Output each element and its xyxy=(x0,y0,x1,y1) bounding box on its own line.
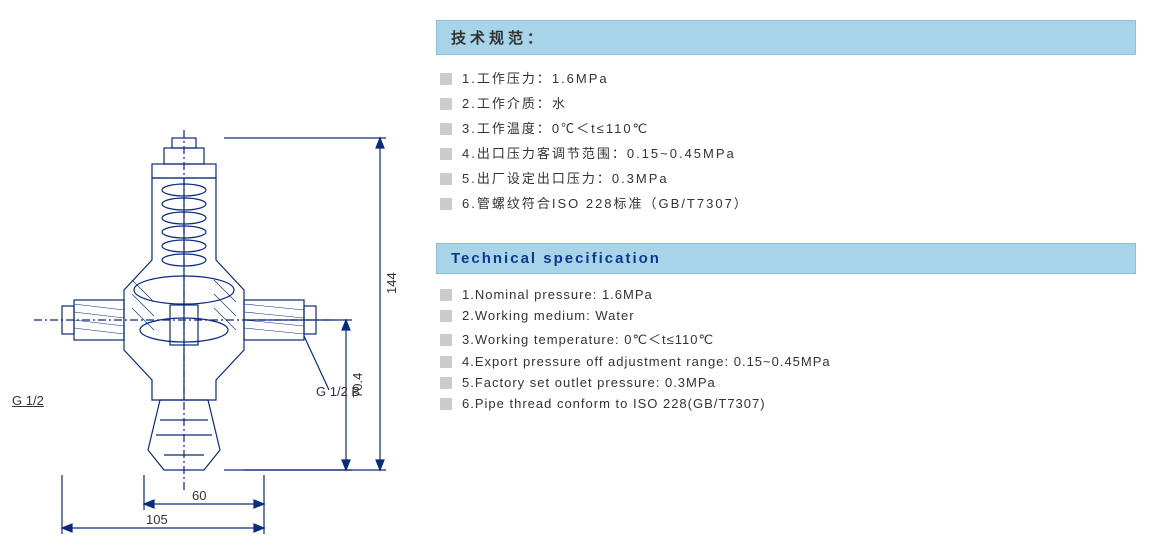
spec-item: 1.Nominal pressure: 1.6MPa xyxy=(436,284,1136,305)
spec-item: 4.Export pressure off adjustment range: … xyxy=(436,351,1136,372)
spec-list-en: 1.Nominal pressure: 1.6MPa 2.Working med… xyxy=(436,284,1136,414)
spec-text: 6.Pipe thread conform to ISO 228(GB/T730… xyxy=(462,396,766,411)
spec-text: 1.工作压力：1.6MPa xyxy=(462,71,609,86)
spec-item: 2.Working medium: Water xyxy=(436,305,1136,326)
bullet-icon xyxy=(440,148,452,160)
spec-text: 5.Factory set outlet pressure: 0.3MPa xyxy=(462,375,716,390)
dim-width-inner: 60 xyxy=(192,488,206,503)
spec-text: 2.Working medium: Water xyxy=(462,308,635,323)
spec-item: 5.Factory set outlet pressure: 0.3MPa xyxy=(436,372,1136,393)
bullet-icon xyxy=(440,123,452,135)
technical-drawing: G 1/2 G 1/2 B 144 70.4 60 105 xyxy=(14,130,410,550)
bullet-icon xyxy=(440,377,452,389)
spec-item: 5.出厂设定出口压力：0.3MPa xyxy=(436,165,1136,190)
spec-text: 2.工作介质：水 xyxy=(462,96,567,111)
spec-item: 3.Working temperature: 0℃＜t≤110℃ xyxy=(436,326,1136,351)
dim-width-total: 105 xyxy=(146,512,168,527)
bullet-icon xyxy=(440,356,452,368)
bullet-icon xyxy=(440,198,452,210)
spec-item: 6.Pipe thread conform to ISO 228(GB/T730… xyxy=(436,393,1136,414)
bullet-icon xyxy=(440,98,452,110)
bullet-icon xyxy=(440,334,452,346)
spec-text: 4.Export pressure off adjustment range: … xyxy=(462,354,831,369)
spec-column: 技术规范： 1.工作压力：1.6MPa 2.工作介质：水 3.工作温度：0℃＜t… xyxy=(436,20,1136,442)
spec-text: 6.管螺纹符合ISO 228标准（GB/T7307） xyxy=(462,196,749,211)
spec-item: 3.工作温度：0℃＜t≤110℃ xyxy=(436,115,1136,140)
bullet-icon xyxy=(440,73,452,85)
bullet-icon xyxy=(440,398,452,410)
spec-text: 1.Nominal pressure: 1.6MPa xyxy=(462,287,653,302)
spec-header-cn: 技术规范： xyxy=(436,20,1136,55)
spec-text: 5.出厂设定出口压力：0.3MPa xyxy=(462,171,669,186)
spec-item: 2.工作介质：水 xyxy=(436,90,1136,115)
spec-text: 3.工作温度：0℃＜t≤110℃ xyxy=(462,121,649,136)
dim-height-lower: 70.4 xyxy=(350,373,365,398)
page-root: G 1/2 G 1/2 B 144 70.4 60 105 技术规范： 1.工作… xyxy=(0,0,1155,554)
spec-text: 3.Working temperature: 0℃＜t≤110℃ xyxy=(462,332,714,347)
dim-height-total: 144 xyxy=(384,272,399,294)
spec-item: 4.出口压力客调节范围：0.15~0.45MPa xyxy=(436,140,1136,165)
bullet-icon xyxy=(440,289,452,301)
thread-label-left: G 1/2 xyxy=(12,393,44,408)
spec-text: 4.出口压力客调节范围：0.15~0.45MPa xyxy=(462,146,736,161)
bullet-icon xyxy=(440,173,452,185)
bullet-icon xyxy=(440,310,452,322)
spec-item: 1.工作压力：1.6MPa xyxy=(436,65,1136,90)
spec-header-en: Technical specification xyxy=(436,243,1136,274)
spec-list-cn: 1.工作压力：1.6MPa 2.工作介质：水 3.工作温度：0℃＜t≤110℃ … xyxy=(436,65,1136,215)
spec-item: 6.管螺纹符合ISO 228标准（GB/T7307） xyxy=(436,190,1136,215)
